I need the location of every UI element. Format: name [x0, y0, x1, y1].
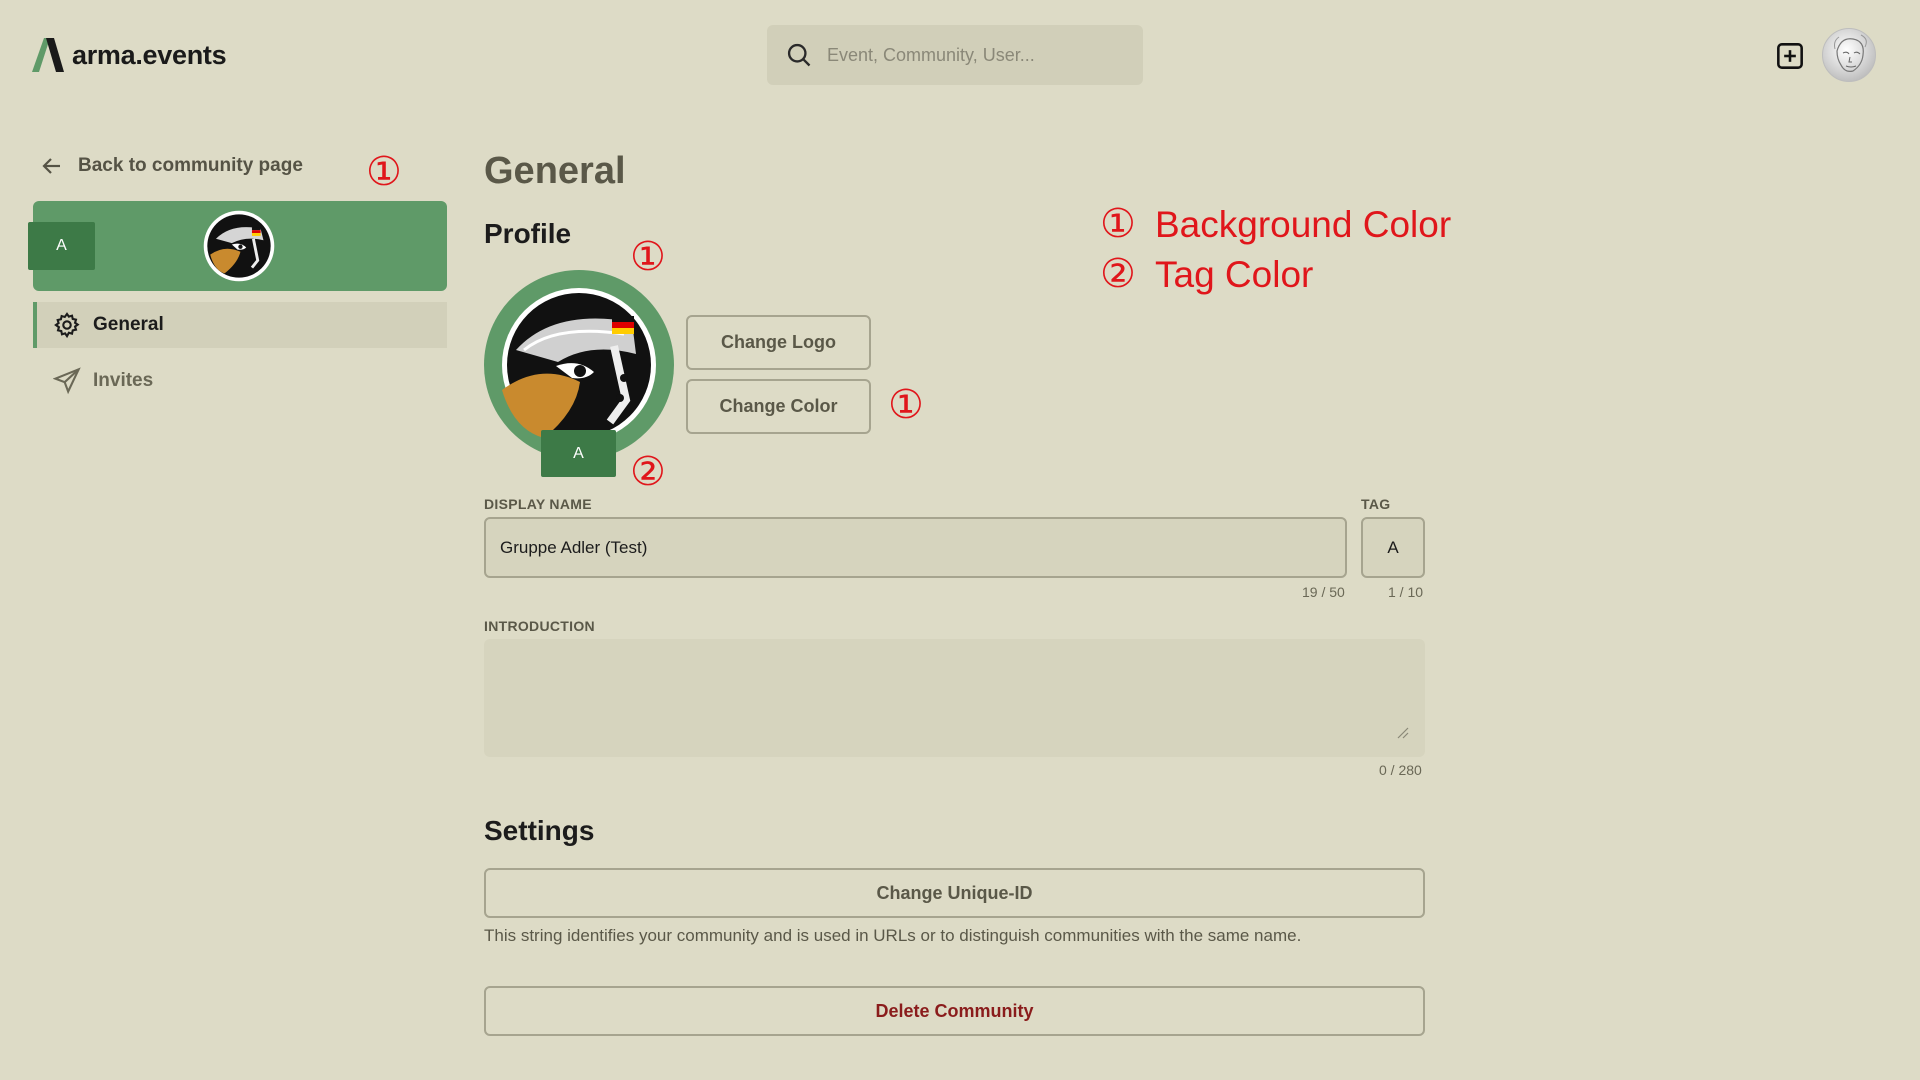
- unique-id-help-text: This string identifies your community an…: [484, 926, 1302, 945]
- legend-background-color: Background Color: [1155, 204, 1452, 245]
- community-logo-small: [203, 210, 275, 282]
- gear-icon: [54, 312, 80, 339]
- search-icon: [787, 43, 811, 67]
- resize-handle-icon[interactable]: [1396, 726, 1410, 740]
- arrow-left-icon: [42, 158, 60, 174]
- tag-counter: 1 / 10: [1388, 584, 1424, 600]
- back-to-community-link[interactable]: Back to community page: [40, 154, 303, 178]
- display-name-input[interactable]: Gruppe Adler (Test): [484, 517, 1347, 578]
- display-name-label: DISPLAY NAME: [484, 496, 592, 512]
- introduction-label: INTRODUCTION: [484, 618, 595, 634]
- back-link-label: Back to community page: [78, 155, 303, 176]
- arma-logo-icon: [32, 38, 64, 72]
- annotation-mark-2: ②: [630, 449, 666, 495]
- send-icon: [53, 367, 81, 395]
- brand-logo[interactable]: arma.events: [32, 38, 227, 72]
- sidebar-item-label: General: [93, 314, 164, 335]
- change-unique-id-button[interactable]: Change Unique-ID: [484, 868, 1425, 918]
- display-name-counter: 19 / 50: [1302, 584, 1345, 600]
- avatar-sketch-icon: [1834, 34, 1867, 72]
- annotation-mark-1: ①: [366, 149, 402, 195]
- search-bar[interactable]: [767, 25, 1143, 85]
- change-color-button[interactable]: Change Color: [686, 379, 871, 434]
- legend-mark-1: ①: [1100, 201, 1136, 247]
- brand-name: arma.events: [72, 39, 227, 70]
- delete-community-button[interactable]: Delete Community: [484, 986, 1425, 1036]
- profile-heading: Profile: [484, 218, 572, 249]
- legend-tag-color: Tag Color: [1155, 254, 1314, 295]
- introduction-counter: 0 / 280: [1379, 762, 1422, 778]
- search-input[interactable]: [827, 44, 1117, 66]
- settings-heading: Settings: [484, 815, 595, 846]
- tag-label: TAG: [1361, 496, 1391, 512]
- change-logo-button[interactable]: Change Logo: [686, 315, 871, 370]
- sidebar-item-label: Invites: [93, 370, 154, 391]
- user-avatar[interactable]: [1822, 28, 1876, 82]
- profile-tag-badge: A: [541, 430, 616, 477]
- introduction-textarea[interactable]: [484, 639, 1425, 757]
- page-title: General: [484, 150, 626, 192]
- sidebar-item-general[interactable]: General: [33, 302, 447, 348]
- annotation-mark-1: ①: [630, 234, 666, 280]
- sidebar-item-invites[interactable]: Invites: [33, 358, 447, 404]
- banner-tag-badge: A: [28, 222, 95, 270]
- tag-input[interactable]: A: [1361, 517, 1425, 578]
- legend-mark-2: ②: [1100, 251, 1136, 297]
- annotation-mark-1: ①: [888, 382, 924, 428]
- plus-square-icon[interactable]: [1776, 42, 1804, 70]
